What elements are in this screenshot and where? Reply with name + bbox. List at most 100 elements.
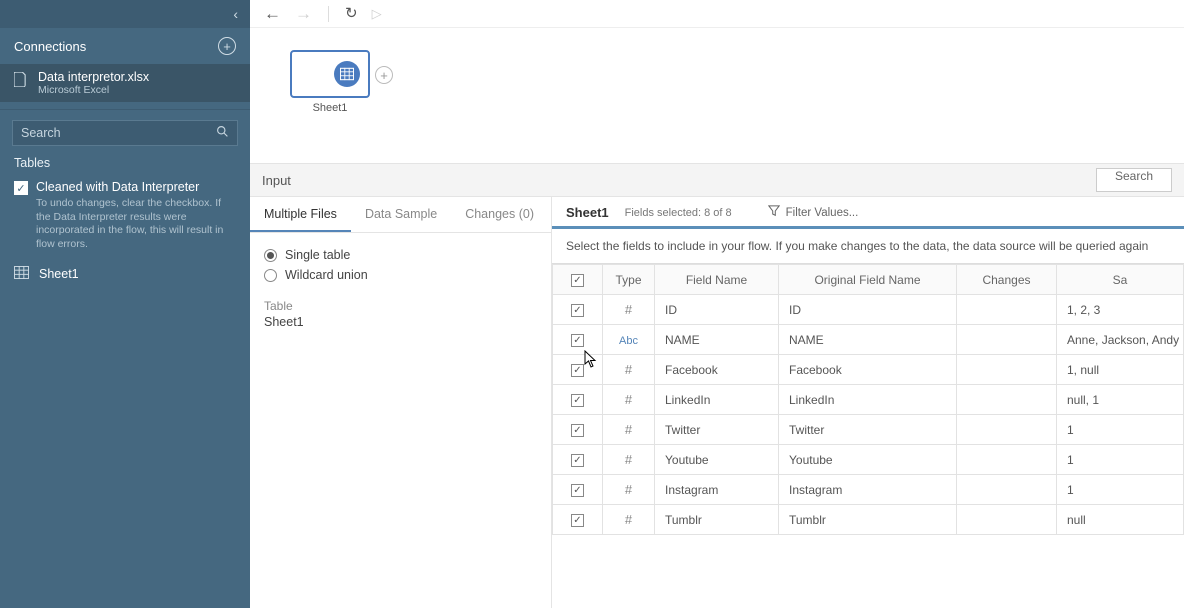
flow-canvas[interactable]: Sheet1 + bbox=[250, 28, 1184, 163]
table-row[interactable]: ✓ # InstagramInstagram 1 bbox=[553, 475, 1184, 505]
cell-changes bbox=[957, 505, 1057, 535]
filter-values-button[interactable]: Filter Values... bbox=[768, 205, 859, 220]
forward-button[interactable]: → bbox=[295, 5, 312, 22]
panel-title: Input bbox=[262, 173, 291, 188]
type-number-icon: # bbox=[625, 392, 632, 407]
header-changes[interactable]: Changes bbox=[957, 265, 1057, 295]
sidebar-collapse-bar[interactable]: ‹ bbox=[0, 0, 250, 28]
tab-multiple-files[interactable]: Multiple Files bbox=[250, 197, 351, 232]
add-step-button[interactable]: + bbox=[375, 66, 393, 84]
connection-file-sub: Microsoft Excel bbox=[38, 84, 149, 96]
cell-field-name: Instagram bbox=[655, 475, 779, 505]
tab-changes[interactable]: Changes (0) bbox=[451, 197, 548, 232]
type-number-icon: # bbox=[625, 482, 632, 497]
connections-header: Connections + bbox=[0, 28, 250, 64]
radio-single-table[interactable]: Single table bbox=[264, 245, 537, 265]
tab-data-sample[interactable]: Data Sample bbox=[351, 197, 451, 232]
row-checkbox[interactable]: ✓ bbox=[571, 484, 584, 497]
cell-changes bbox=[957, 445, 1057, 475]
cell-field-name: ID bbox=[655, 295, 779, 325]
cell-field-name: Tumblr bbox=[655, 505, 779, 535]
row-checkbox[interactable]: ✓ bbox=[571, 424, 584, 437]
type-number-icon: # bbox=[625, 512, 632, 527]
header-original-field-name[interactable]: Original Field Name bbox=[779, 265, 957, 295]
fields-selected-label: Fields selected: 8 of 8 bbox=[625, 207, 732, 219]
table-item-sheet1[interactable]: Sheet1 bbox=[0, 262, 250, 286]
cell-changes bbox=[957, 325, 1057, 355]
search-placeholder: Search bbox=[21, 126, 61, 140]
table-row[interactable]: ✓#TwitterTwitter1 bbox=[553, 415, 1184, 445]
table-value: Sheet1 bbox=[264, 315, 537, 329]
toolbar: ← → ↻ ▷ bbox=[250, 0, 1184, 28]
row-checkbox[interactable]: ✓ bbox=[571, 334, 584, 347]
table-row[interactable]: ✓#YoutubeYoutube1 bbox=[553, 445, 1184, 475]
cell-original-field-name: Facebook bbox=[779, 355, 957, 385]
table-label: Table bbox=[264, 299, 537, 313]
data-interpreter-desc: To undo changes, clear the checkbox. If … bbox=[0, 197, 250, 262]
cell-sample: null bbox=[1057, 505, 1184, 535]
cell-sample: null, 1 bbox=[1057, 385, 1184, 415]
funnel-icon bbox=[768, 205, 780, 220]
row-checkbox[interactable]: ✓ bbox=[571, 454, 584, 467]
panel-header: Input Search bbox=[250, 163, 1184, 197]
table-row[interactable]: ✓ # TumblrTumblr null bbox=[553, 505, 1184, 535]
cell-original-field-name: Tumblr bbox=[779, 505, 957, 535]
cell-sample: 1, 2, 3 bbox=[1057, 295, 1184, 325]
fields-table: ✓ Type Field Name Original Field Name Ch… bbox=[552, 263, 1184, 535]
header-type[interactable]: Type bbox=[603, 265, 655, 295]
connection-item[interactable]: Data interpretor.xlsx Microsoft Excel bbox=[0, 64, 250, 102]
cell-field-name: Facebook bbox=[655, 355, 779, 385]
flow-node-label: Sheet1 bbox=[290, 102, 370, 114]
row-checkbox[interactable]: ✓ bbox=[571, 304, 584, 317]
header-field-name[interactable]: Field Name bbox=[655, 265, 779, 295]
refresh-button[interactable]: ↻ bbox=[345, 6, 358, 21]
data-interpreter-label: Cleaned with Data Interpreter bbox=[36, 180, 199, 194]
cell-original-field-name: Instagram bbox=[779, 475, 957, 505]
table-row[interactable]: ✓#IDID1, 2, 3 bbox=[553, 295, 1184, 325]
type-string-icon: Abc bbox=[619, 335, 638, 347]
add-connection-button[interactable]: + bbox=[218, 37, 236, 55]
header-check[interactable]: ✓ bbox=[553, 265, 603, 295]
cell-field-name: Youtube bbox=[655, 445, 779, 475]
cell-changes bbox=[957, 295, 1057, 325]
sidebar-search-input[interactable]: Search bbox=[12, 120, 238, 146]
row-checkbox[interactable]: ✓ bbox=[571, 514, 584, 527]
table-row[interactable]: ✓#FacebookFacebook1, null bbox=[553, 355, 1184, 385]
sheet-name: Sheet1 bbox=[566, 205, 609, 220]
instruction-text: Select the fields to include in your flo… bbox=[552, 229, 1184, 263]
type-number-icon: # bbox=[625, 302, 632, 317]
radio-icon bbox=[264, 269, 277, 282]
run-button[interactable]: ▷ bbox=[372, 7, 382, 20]
cell-sample: 1, null bbox=[1057, 355, 1184, 385]
cell-original-field-name: Twitter bbox=[779, 415, 957, 445]
panel-search-button[interactable]: Search bbox=[1096, 168, 1172, 192]
cell-sample: 1 bbox=[1057, 445, 1184, 475]
cell-original-field-name: Youtube bbox=[779, 445, 957, 475]
input-settings-pane: Multiple Files Data Sample Changes (0) S… bbox=[250, 197, 552, 608]
row-checkbox[interactable]: ✓ bbox=[571, 394, 584, 407]
table-row[interactable]: ✓AbcNAMENAMEAnne, Jackson, Andy bbox=[553, 325, 1184, 355]
tables-label: Tables bbox=[0, 154, 250, 176]
cell-field-name: NAME bbox=[655, 325, 779, 355]
cell-sample: 1 bbox=[1057, 475, 1184, 505]
radio-wildcard-union[interactable]: Wildcard union bbox=[264, 265, 537, 285]
fields-pane: Sheet1 Fields selected: 8 of 8 Filter Va… bbox=[552, 197, 1184, 608]
sidebar: ‹ Connections + Data interpretor.xlsx Mi… bbox=[0, 0, 250, 608]
flow-node-sheet1[interactable]: Sheet1 bbox=[290, 50, 370, 114]
radio-icon bbox=[264, 249, 277, 262]
cell-changes bbox=[957, 475, 1057, 505]
table-row[interactable]: ✓#LinkedInLinkedInnull, 1 bbox=[553, 385, 1184, 415]
table-icon bbox=[14, 266, 29, 282]
table-item-label: Sheet1 bbox=[39, 267, 79, 281]
chevron-left-icon: ‹ bbox=[233, 6, 238, 22]
cell-original-field-name: NAME bbox=[779, 325, 957, 355]
row-checkbox[interactable]: ✓ bbox=[571, 364, 584, 377]
type-number-icon: # bbox=[625, 422, 632, 437]
back-button[interactable]: ← bbox=[264, 5, 281, 22]
data-interpreter-checkbox[interactable]: ✓ bbox=[14, 181, 28, 195]
datasource-icon bbox=[334, 61, 360, 87]
cell-field-name: LinkedIn bbox=[655, 385, 779, 415]
header-sample[interactable]: Sa bbox=[1057, 265, 1184, 295]
search-icon bbox=[216, 125, 229, 141]
cell-changes bbox=[957, 385, 1057, 415]
